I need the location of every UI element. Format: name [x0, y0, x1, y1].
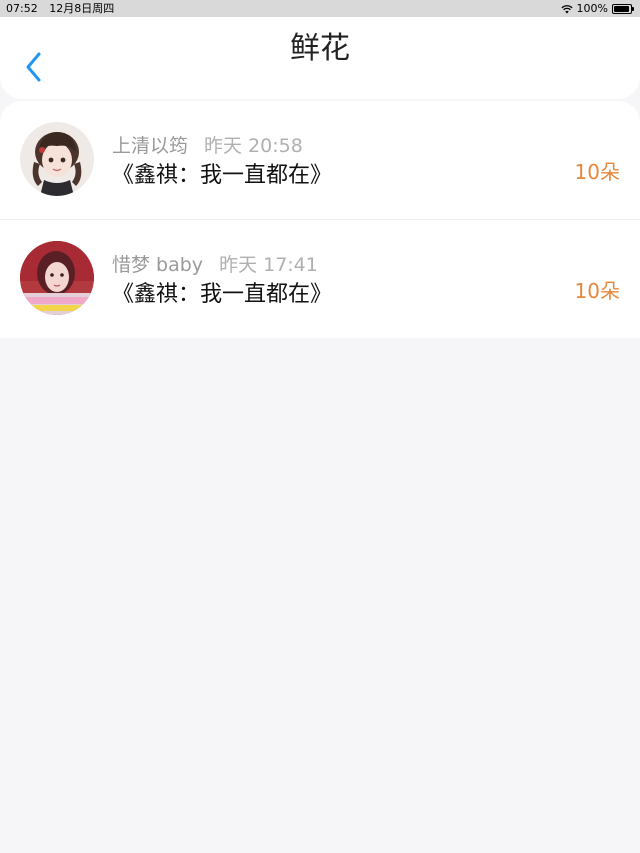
nav-bar: 鲜花 [0, 17, 640, 99]
flower-list: 上清以筠 昨天 20:58 《鑫祺：我一直都在》 10朵 惜梦 baby 昨天 17… [0, 101, 640, 338]
send-time: 昨天 20:58 [204, 135, 303, 157]
sender-name: 上清以筠 [112, 135, 189, 157]
flower-count: 10朵 [574, 160, 620, 184]
send-time: 昨天 17:41 [219, 254, 318, 276]
avatar[interactable] [20, 122, 94, 196]
list-item[interactable]: 上清以筠 昨天 20:58 《鑫祺：我一直都在》 10朵 [0, 101, 640, 219]
meta-line: 惜梦 baby 昨天 17:41 [112, 250, 318, 277]
sender-name: 惜梦 baby [112, 254, 204, 276]
user-avatar-image [20, 122, 94, 196]
page-title: 鲜花 [290, 31, 350, 66]
user-avatar-image [20, 241, 94, 315]
work-title: 《鑫祺：我一直都在》 [112, 163, 333, 188]
work-title: 《鑫祺：我一直都在》 [112, 282, 333, 307]
list-item[interactable]: 惜梦 baby 昨天 17:41 《鑫祺：我一直都在》 10朵 [0, 219, 640, 338]
avatar[interactable] [20, 241, 94, 315]
meta-line: 上清以筠 昨天 20:58 [112, 131, 303, 158]
flower-count: 10朵 [574, 279, 620, 303]
